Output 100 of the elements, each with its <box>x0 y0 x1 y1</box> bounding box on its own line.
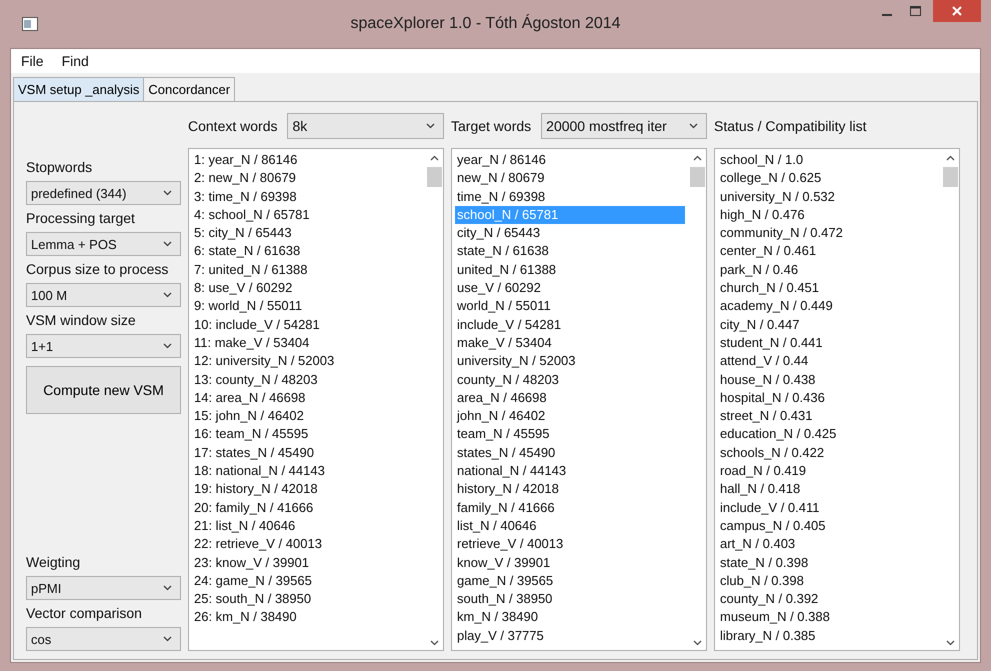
list-item[interactable]: 17: states_N / 45490 <box>192 444 426 462</box>
list-item[interactable]: 1: year_N / 86146 <box>192 151 426 170</box>
scroll-thumb[interactable] <box>427 167 442 187</box>
list-item[interactable]: county_N / 48203 <box>455 370 689 389</box>
list-item[interactable]: use_V / 60292 <box>455 279 689 298</box>
list-item[interactable]: time_N / 69398 <box>455 188 689 206</box>
list-item[interactable]: 2: new_N / 80679 <box>192 169 426 188</box>
tab[interactable]: VSM setup _analysis <box>13 77 144 101</box>
list-item[interactable]: include_V / 54281 <box>455 316 689 334</box>
dropdown[interactable]: pPMI <box>26 576 181 600</box>
list-item[interactable]: student_N / 0.441 <box>718 334 942 352</box>
list-item[interactable]: academy_N / 0.449 <box>718 297 942 316</box>
list-item[interactable]: community_N / 0.472 <box>718 224 942 242</box>
list-item[interactable]: street_N / 0.431 <box>718 407 942 426</box>
list-item[interactable]: year_N / 86146 <box>455 151 689 170</box>
dropdown[interactable]: Lemma + POS <box>26 232 181 256</box>
list-item[interactable]: retrieve_V / 40013 <box>455 535 689 554</box>
list-item[interactable]: school_N / 1.0 <box>718 151 942 170</box>
list-item[interactable]: 19: history_N / 42018 <box>192 480 426 499</box>
close-button[interactable] <box>933 0 981 22</box>
list-item[interactable]: game_N / 39565 <box>455 572 689 590</box>
list-item[interactable]: city_N / 65443 <box>455 224 689 242</box>
list-item[interactable]: schools_N / 0.422 <box>718 444 942 462</box>
scroll-down-icon[interactable] <box>946 640 955 646</box>
list-item[interactable]: include_V / 0.411 <box>718 498 942 517</box>
list-item[interactable]: 18: national_N / 44143 <box>192 462 426 480</box>
dropdown[interactable]: 100 M <box>26 283 181 307</box>
dropdown[interactable]: 20000 mostfreq iter <box>541 113 707 139</box>
list-item[interactable]: county_N / 0.392 <box>718 590 942 608</box>
list-box[interactable] <box>451 148 707 651</box>
dropdown[interactable]: 8k <box>287 113 444 139</box>
list-item[interactable]: world_N / 55011 <box>455 297 689 316</box>
dropdown[interactable]: cos <box>26 627 181 651</box>
list-item[interactable]: new_N / 80679 <box>455 169 689 188</box>
scroll-up-icon[interactable] <box>693 155 702 161</box>
dropdown[interactable]: predefined (344) <box>26 181 181 205</box>
list-item[interactable]: 20: family_N / 41666 <box>192 498 426 517</box>
list-item[interactable]: 5: city_N / 65443 <box>192 224 426 242</box>
scroll-down-icon[interactable] <box>430 640 439 646</box>
list-item[interactable]: 3: time_N / 69398 <box>192 188 426 206</box>
list-item[interactable]: 22: retrieve_V / 40013 <box>192 535 426 554</box>
scroll-up-icon[interactable] <box>430 155 439 161</box>
list-item[interactable]: united_N / 61388 <box>455 260 689 280</box>
tab[interactable]: Concordancer <box>143 77 236 101</box>
scroll-thumb[interactable] <box>690 167 705 187</box>
list-item[interactable]: play_V / 37775 <box>455 626 689 646</box>
list-item[interactable]: university_N / 0.532 <box>718 188 942 206</box>
list-item[interactable]: church_N / 0.451 <box>718 279 942 298</box>
list-item[interactable]: center_N / 0.461 <box>718 242 942 261</box>
list-item[interactable]: 7: united_N / 61388 <box>192 260 426 280</box>
list-item[interactable]: 8: use_V / 60292 <box>192 279 426 298</box>
list-item[interactable]: art_N / 0.403 <box>718 535 942 554</box>
scroll-up-icon[interactable] <box>946 155 955 161</box>
list-item[interactable]: house_N / 0.438 <box>718 370 942 389</box>
list-item[interactable]: history_N / 42018 <box>455 480 689 499</box>
list-item[interactable]: south_N / 38950 <box>455 590 689 608</box>
list-item[interactable]: hospital_N / 0.436 <box>718 388 942 408</box>
list-item[interactable]: museum_N / 0.388 <box>718 608 942 627</box>
list-item[interactable]: 13: county_N / 48203 <box>192 370 426 389</box>
list-item[interactable]: attend_V / 0.44 <box>718 352 942 371</box>
list-item[interactable]: team_N / 45595 <box>455 425 689 444</box>
list-item[interactable]: 16: team_N / 45595 <box>192 425 426 444</box>
list-item[interactable]: 25: south_N / 38950 <box>192 590 426 608</box>
list-item[interactable]: road_N / 0.419 <box>718 462 942 480</box>
list-box[interactable] <box>188 148 444 651</box>
list-item[interactable]: 10: include_V / 54281 <box>192 316 426 334</box>
list-item[interactable]: city_N / 0.447 <box>718 316 942 334</box>
list-item[interactable]: high_N / 0.476 <box>718 206 942 224</box>
list-item[interactable]: make_V / 53404 <box>455 334 689 352</box>
list-item[interactable]: park_N / 0.46 <box>718 260 942 280</box>
dropdown[interactable]: 1+1 <box>26 334 181 358</box>
scroll-down-icon[interactable] <box>693 640 702 646</box>
list-item[interactable]: 11: make_V / 53404 <box>192 334 426 352</box>
list-item[interactable]: 15: john_N / 46402 <box>192 407 426 426</box>
list-item[interactable]: library_N / 0.385 <box>718 626 942 646</box>
list-item[interactable]: 23: know_V / 39901 <box>192 554 426 572</box>
list-item[interactable]: 12: university_N / 52003 <box>192 352 426 371</box>
list-item[interactable]: 6: state_N / 61638 <box>192 242 426 261</box>
list-item[interactable]: family_N / 41666 <box>455 498 689 517</box>
list-item[interactable]: 24: game_N / 39565 <box>192 572 426 590</box>
list-item[interactable]: university_N / 52003 <box>455 352 689 371</box>
list-item[interactable]: 26: km_N / 38490 <box>192 608 426 627</box>
list-item[interactable]: 4: school_N / 65781 <box>192 206 426 224</box>
list-item[interactable]: national_N / 44143 <box>455 462 689 480</box>
list-item[interactable]: 14: area_N / 46698 <box>192 388 426 408</box>
list-box[interactable] <box>714 148 960 651</box>
list-item[interactable]: km_N / 38490 <box>455 608 689 627</box>
list-item[interactable]: know_V / 39901 <box>455 554 689 572</box>
compute-button[interactable]: Compute new VSM <box>26 366 181 414</box>
list-item[interactable]: club_N / 0.398 <box>718 572 942 590</box>
list-item[interactable]: state_N / 0.398 <box>718 554 942 572</box>
list-item[interactable]: campus_N / 0.405 <box>718 516 942 536</box>
menu-item[interactable]: File <box>19 53 46 69</box>
list-item[interactable]: hall_N / 0.418 <box>718 480 942 499</box>
scroll-thumb[interactable] <box>943 167 958 187</box>
list-item[interactable]: john_N / 46402 <box>455 407 689 426</box>
list-item[interactable]: 21: list_N / 40646 <box>192 516 426 536</box>
list-item[interactable]: area_N / 46698 <box>455 388 689 408</box>
menu-item[interactable]: Find <box>60 53 91 69</box>
list-item[interactable]: list_N / 40646 <box>455 516 689 536</box>
